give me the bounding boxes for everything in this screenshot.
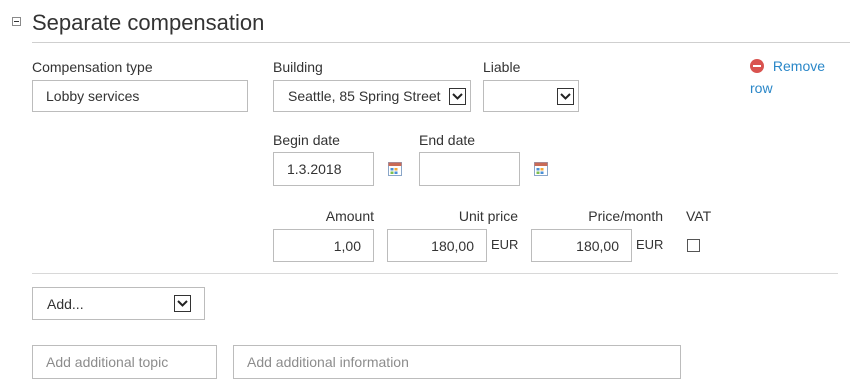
additional-information-input[interactable]: Add additional information	[233, 345, 681, 379]
amount-input[interactable]: 1,00	[273, 229, 374, 262]
price-month-currency: EUR	[636, 237, 664, 252]
unit-price-value: 180,00	[431, 237, 474, 254]
end-date-label: End date	[419, 132, 476, 148]
calendar-icon[interactable]	[388, 162, 402, 176]
building-label: Building	[273, 59, 323, 75]
add-select[interactable]: Add...	[32, 287, 205, 320]
liable-select[interactable]	[483, 80, 579, 112]
compensation-type-value: Lobby services	[46, 88, 140, 104]
collapse-toggle-icon[interactable]	[12, 17, 21, 26]
chevron-down-icon[interactable]	[557, 87, 574, 105]
amount-label: Amount	[325, 208, 374, 224]
unit-price-input[interactable]: 180,00	[387, 229, 487, 262]
compensation-type-input[interactable]: Lobby services	[32, 80, 248, 112]
vat-checkbox[interactable]	[687, 239, 700, 252]
remove-row-text-1: Remove	[772, 58, 826, 74]
add-select-value: Add...	[47, 295, 84, 312]
unit-price-currency: EUR	[491, 237, 519, 252]
price-month-value: 180,00	[576, 237, 619, 254]
chevron-down-icon[interactable]	[449, 87, 466, 105]
compensation-type-label: Compensation type	[32, 59, 153, 75]
chevron-down-icon[interactable]	[174, 295, 191, 312]
calendar-icon[interactable]	[534, 162, 548, 176]
section-title: Separate compensation	[32, 10, 265, 35]
liable-label: Liable	[483, 59, 521, 75]
unit-price-label: Unit price	[458, 208, 518, 224]
amount-value: 1,00	[333, 237, 361, 254]
additional-topic-input[interactable]: Add additional topic	[32, 345, 217, 379]
vat-label: VAT	[686, 208, 712, 224]
remove-icon	[750, 59, 764, 73]
building-select[interactable]: Seattle, 85 Spring Street	[273, 80, 471, 112]
building-value: Seattle, 85 Spring Street	[288, 88, 441, 104]
price-month-label: Price/month	[588, 208, 663, 224]
begin-date-label: Begin date	[273, 132, 340, 148]
additional-information-placeholder: Add additional information	[247, 354, 409, 370]
price-month-input[interactable]: 180,00	[531, 229, 632, 262]
additional-topic-placeholder: Add additional topic	[46, 354, 169, 370]
remove-row-text-2: row	[750, 80, 773, 96]
section-divider	[32, 42, 850, 43]
begin-date-input[interactable]: 1.3.2018	[273, 152, 374, 186]
end-date-input[interactable]	[419, 152, 520, 186]
begin-date-value: 1.3.2018	[287, 161, 342, 177]
remove-row-link[interactable]: Remove row	[750, 55, 825, 99]
row-divider	[32, 273, 838, 274]
